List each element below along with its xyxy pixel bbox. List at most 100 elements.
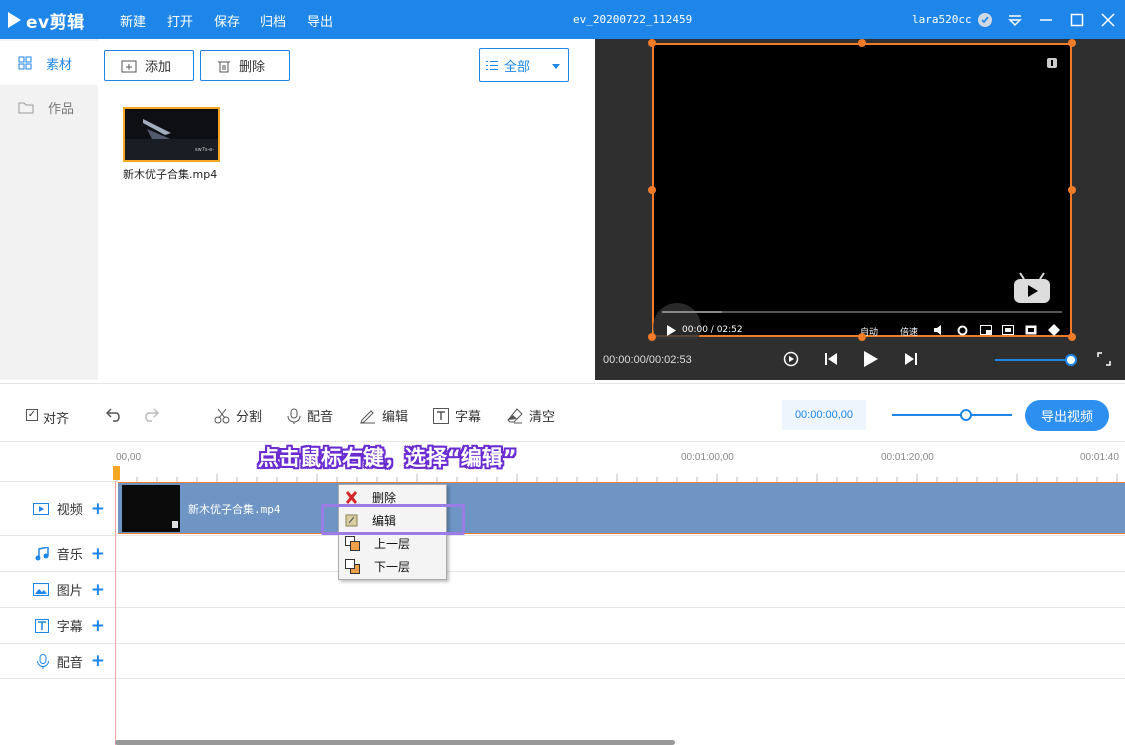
add-button-label: 添加 (145, 60, 172, 75)
prev-frame-icon[interactable] (820, 348, 842, 370)
close-icon[interactable] (1097, 9, 1119, 31)
media-filename: 新木优子合集.mp4 (123, 168, 218, 181)
tutorial-highlight-box (321, 504, 465, 535)
track-label: 音乐 (56, 548, 83, 563)
track-header-dub: 配音 + (0, 643, 115, 679)
add-image-icon[interactable]: + (91, 580, 105, 600)
menu-export[interactable]: 导出 (307, 11, 333, 30)
replay-icon[interactable] (780, 348, 802, 370)
list-icon (486, 60, 498, 70)
resize-handle-t[interactable] (858, 39, 866, 47)
timeline-scrollbar[interactable] (115, 740, 675, 745)
menu-archive[interactable]: 归档 (260, 11, 286, 30)
grid-icon (18, 56, 32, 70)
ruler-label: 00:01:20,00 (881, 452, 934, 463)
badge-icon[interactable] (974, 9, 996, 31)
title-bar: ev剪辑 新建 打开 保存 归档 导出 ev_20200722_112459 l… (0, 0, 1125, 39)
timeline-timecode[interactable]: 00:00:00,00 (782, 400, 866, 430)
resize-handle-br[interactable] (1068, 333, 1076, 341)
volume-slider-knob[interactable] (1065, 354, 1077, 366)
resize-handle-r[interactable] (1068, 186, 1076, 194)
sidebar-item-works[interactable]: 作品 (0, 85, 98, 129)
timeline-zoom-slider[interactable] (892, 414, 1012, 416)
split-button[interactable]: 分割 (214, 406, 262, 425)
minimize-icon[interactable] (1035, 9, 1057, 31)
scissors-icon (214, 408, 230, 423)
play-button-icon[interactable] (860, 348, 882, 370)
edit-button[interactable]: 编辑 (360, 406, 408, 425)
layer-up-icon (345, 536, 360, 551)
preview-panel: 00:00 / 02:52 自动 倍速 00:00:00/00:02:53 (595, 39, 1125, 380)
delete-button[interactable]: 删除 (200, 50, 290, 81)
preview-volume-slider[interactable] (995, 359, 1075, 361)
undo-icon[interactable] (105, 406, 124, 426)
project-title: ev_20200722_112459 (573, 13, 693, 26)
image-track-lane[interactable] (115, 571, 1125, 607)
folder-icon (18, 102, 34, 113)
delete-x-icon (346, 491, 357, 504)
ruler-ticks (116, 474, 1118, 482)
video-icon (32, 502, 49, 515)
redo-icon[interactable] (141, 406, 160, 426)
sidebar-item-material[interactable]: 素材 (0, 41, 98, 85)
add-subtitle-icon[interactable]: + (91, 616, 105, 636)
widescreen-icon (1002, 325, 1014, 335)
sidebar-item-label: 作品 (48, 101, 75, 117)
dub-track-lane[interactable] (115, 643, 1125, 679)
track-header-music: 音乐 + (0, 535, 115, 571)
music-track-lane[interactable] (115, 535, 1125, 571)
export-video-button[interactable]: 导出视频 (1025, 400, 1109, 431)
playhead-line (115, 481, 116, 745)
filter-select[interactable]: 全部 (479, 48, 569, 82)
track-header-subtitle: 字幕 + (0, 607, 115, 643)
resize-handle-b[interactable] (858, 333, 866, 341)
video-clip[interactable]: 新木优子合集.mp4 (118, 482, 1125, 534)
app-logo: ev剪辑 (8, 8, 85, 33)
dropdown-icon[interactable] (1004, 9, 1026, 31)
fullscreen-icon[interactable] (1093, 348, 1115, 370)
media-thumbnail[interactable]: sw7s-e- (123, 107, 220, 162)
add-file-icon (121, 60, 137, 72)
ruler-label: 00:01:00,00 (681, 452, 734, 463)
tutorial-annotation: 点击鼠标右键，选择“编辑” (258, 446, 517, 470)
username[interactable]: lara520cc (912, 13, 972, 26)
menu-new[interactable]: 新建 (120, 11, 146, 30)
subtitle-button[interactable]: 字幕 (433, 406, 481, 425)
context-menu-layer-up[interactable]: 上一层 (339, 532, 446, 555)
next-frame-icon[interactable] (900, 348, 922, 370)
resize-handle-l[interactable] (648, 186, 656, 194)
add-button[interactable]: 添加 (104, 50, 194, 81)
player-progress-bar[interactable] (662, 311, 1062, 313)
resize-handle-tr[interactable] (1068, 39, 1076, 47)
maximize-icon[interactable] (1066, 9, 1088, 31)
edit-label: 编辑 (382, 410, 409, 425)
dub-button[interactable]: 配音 (287, 406, 333, 425)
clear-button[interactable]: 清空 (507, 406, 555, 425)
menu-open[interactable]: 打开 (167, 11, 193, 30)
add-dub-icon[interactable]: + (91, 651, 105, 671)
fullscreen-toggle-icon (1048, 324, 1060, 336)
tv-logo-icon (1014, 272, 1050, 303)
resize-handle-bl[interactable] (648, 333, 656, 341)
zoom-slider-knob[interactable] (960, 409, 973, 421)
align-checkbox[interactable]: ✓ (26, 409, 38, 421)
subtitle-track-lane[interactable] (115, 607, 1125, 643)
split-label: 分割 (236, 410, 263, 425)
layer-down-icon (345, 559, 360, 574)
resize-handle-tl[interactable] (648, 39, 656, 47)
playhead-marker[interactable] (113, 466, 120, 480)
eraser-icon (507, 407, 523, 423)
image-icon (32, 583, 49, 596)
add-music-icon[interactable]: + (91, 544, 105, 564)
context-menu-layer-down[interactable]: 下一层 (339, 555, 446, 578)
track-label: 配音 (56, 655, 83, 671)
add-video-icon[interactable]: + (91, 499, 105, 519)
media-library: 添加 删除 全部 sw7s-e- 新木优子合集.mp4 (98, 39, 592, 380)
ev-editor-window: ev剪辑 新建 打开 保存 归档 导出 ev_20200722_112459 l… (0, 0, 1125, 745)
timeline-ruler[interactable]: 00,00 00:01:00,00 00:01:20,00 00:01:40 点… (0, 441, 1125, 482)
menu-save[interactable]: 保存 (214, 11, 240, 30)
mic-icon (36, 653, 49, 669)
video-thumbnail-image: sw7s-e- (125, 109, 218, 160)
player-progress-played (662, 311, 722, 313)
video-canvas[interactable]: 00:00 / 02:52 自动 倍速 (652, 43, 1072, 339)
